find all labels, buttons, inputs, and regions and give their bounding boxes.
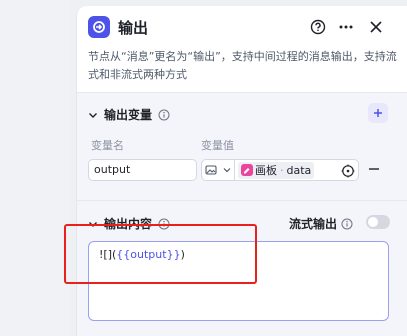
stream-output-label: 流式输出	[289, 215, 353, 232]
variable-name-column-label: 变量名	[91, 139, 124, 152]
stream-output-text: 流式输出	[289, 217, 338, 231]
output-variables-header[interactable]: 输出变量	[88, 106, 170, 123]
variable-picker-icon[interactable]	[341, 163, 355, 178]
image-type-icon	[205, 165, 217, 175]
info-icon[interactable]	[158, 109, 170, 121]
close-icon[interactable]	[365, 16, 387, 38]
node-title[interactable]: 输出	[118, 17, 148, 38]
info-icon[interactable]	[341, 218, 353, 230]
toggle-knob	[368, 217, 378, 227]
output-variables-section: 输出变量 变量名 变量值 output 画板 · data	[77, 92, 407, 196]
value-type-select[interactable]	[201, 159, 235, 181]
stream-output-toggle[interactable]	[366, 215, 390, 229]
output-node-icon	[88, 16, 110, 38]
output-node-panel: 输出 节点从“消息”更名为“输出”，支持中间过程的消息输出，支持流式和非流式两种…	[76, 6, 407, 336]
more-icon[interactable]	[335, 16, 357, 38]
chevron-down-icon	[223, 168, 231, 173]
node-description: 节点从“消息”更名为“输出”，支持中间过程的消息输出，支持流式和非流式两种方式	[88, 50, 397, 81]
reference-separator: ·	[280, 163, 284, 177]
reference-tag[interactable]: 画板 · data	[238, 161, 315, 179]
annotation-highlight-box	[64, 224, 257, 284]
minus-icon	[369, 168, 379, 170]
variable-value-reference[interactable]: 画板 · data	[235, 159, 359, 181]
canvas-background	[0, 0, 70, 336]
remove-variable-button[interactable]	[366, 161, 382, 177]
chevron-down-icon[interactable]	[88, 110, 98, 120]
output-variables-title: 输出变量	[104, 108, 153, 122]
panel-header: 输出 节点从“消息”更名为“输出”，支持中间过程的消息输出，支持流式和非流式两种…	[77, 6, 407, 92]
reference-field-name: data	[286, 163, 312, 177]
variable-name-input[interactable]: output	[88, 159, 197, 181]
plus-icon	[374, 109, 382, 117]
add-variable-button[interactable]	[368, 103, 388, 123]
reference-node-name: 画板	[255, 164, 277, 177]
help-icon[interactable]	[307, 16, 329, 38]
variable-value-column-label: 变量值	[201, 139, 234, 152]
canvas-node-icon	[241, 164, 253, 176]
